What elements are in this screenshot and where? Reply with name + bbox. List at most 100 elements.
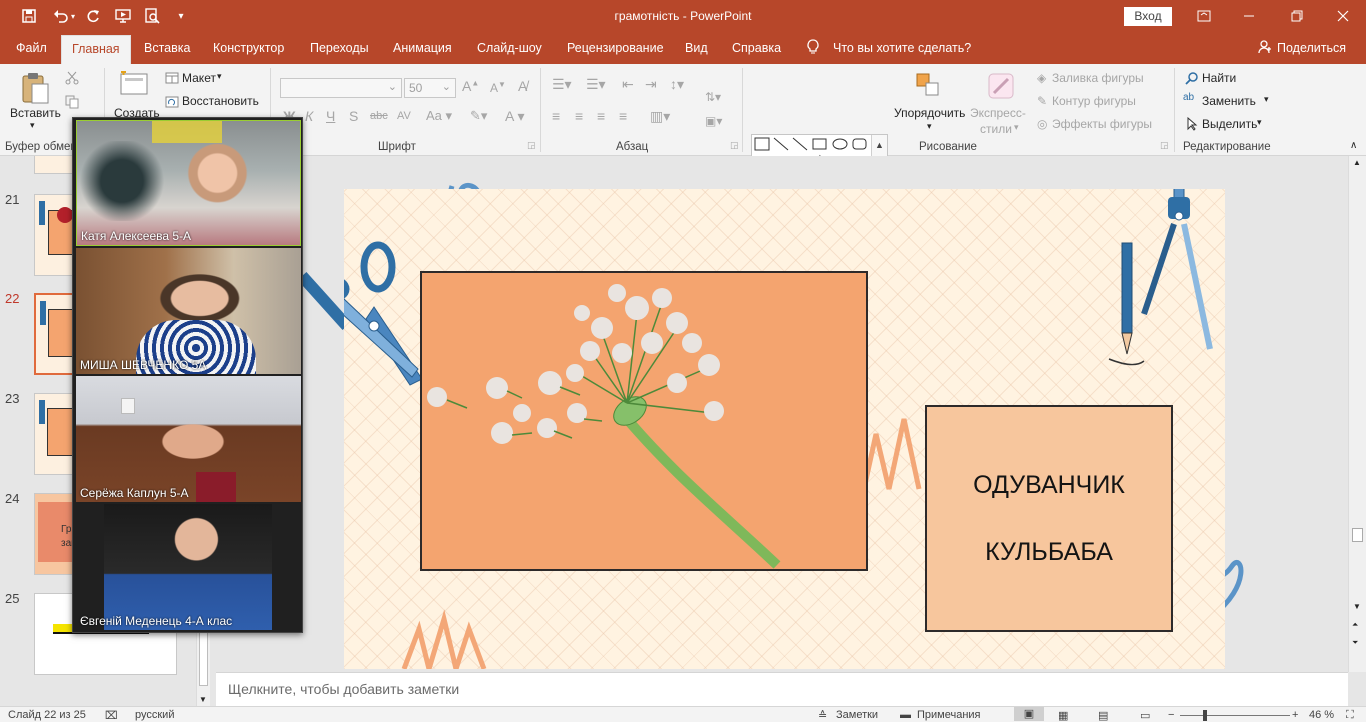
paste-dropdown-icon[interactable]: ▾ [30, 120, 35, 131]
cut-icon[interactable] [64, 70, 80, 86]
arrange-dropdown-icon[interactable]: ▾ [927, 121, 932, 132]
copy-icon[interactable] [64, 94, 80, 110]
zoom-in-icon[interactable]: + [1292, 709, 1298, 721]
notes-toggle-icon[interactable]: ≙ [818, 709, 827, 722]
fit-slide-icon[interactable]: ⛶ [1346, 709, 1354, 722]
char-spacing-icon[interactable]: AV [397, 110, 411, 122]
tab-view[interactable]: Вид [685, 41, 708, 55]
reset-icon[interactable] [164, 94, 180, 110]
tab-file[interactable]: Файл [16, 41, 47, 55]
decrease-indent-icon[interactable]: ⇤ [622, 76, 634, 93]
zoom-level[interactable]: 46 % [1309, 709, 1334, 721]
zoom-out-icon[interactable]: − [1168, 709, 1174, 721]
increase-font-icon[interactable]: A▲ [462, 78, 479, 94]
comments-icon[interactable]: ▬ [900, 709, 911, 721]
align-right-icon[interactable]: ≡ [597, 108, 605, 124]
minimize-icon[interactable] [1236, 4, 1262, 28]
shape-outline-icon[interactable]: ✎ [1037, 94, 1047, 108]
shadow-icon[interactable]: S [349, 108, 358, 124]
spellcheck-icon[interactable]: ⌧ [105, 709, 118, 722]
previous-slide-icon[interactable]: ⏶ [1352, 620, 1358, 630]
font-color-icon[interactable]: A ▾ [505, 108, 524, 125]
zoom-slider-thumb[interactable] [1203, 710, 1207, 721]
close-icon[interactable] [1330, 4, 1356, 28]
replace-dropdown-icon[interactable]: ▾ [1264, 94, 1269, 105]
line-spacing-icon[interactable]: ↕▾ [670, 76, 684, 93]
notes-pane[interactable]: Щелкните, чтобы добавить заметки [216, 672, 1348, 706]
tab-slideshow[interactable]: Слайд-шоу [477, 41, 542, 55]
slide-canvas[interactable]: ОДУВАНЧИК КУЛЬБАБА [344, 189, 1225, 669]
tell-me-search[interactable]: Что вы хотите сделать? [833, 41, 971, 55]
smartart-icon[interactable]: ▣▾ [705, 114, 722, 128]
tab-home[interactable]: Главная [61, 35, 131, 64]
slideshow-view-icon[interactable]: ▭ [1140, 709, 1150, 722]
restore-icon[interactable] [1284, 4, 1310, 28]
numbering-icon[interactable]: ☰▾ [586, 76, 606, 93]
arrange-button[interactable]: Упорядочить [894, 106, 965, 120]
quick-styles-icon[interactable] [985, 70, 1017, 102]
language-indicator[interactable]: русский [135, 709, 174, 721]
shape-fill-button[interactable]: Заливка фигуры [1052, 71, 1144, 85]
font-size-combo[interactable]: 50 ⌄ [404, 78, 456, 98]
scroll-down-icon[interactable]: ▼ [1353, 602, 1361, 611]
columns-icon[interactable]: ▥▾ [650, 108, 670, 125]
shape-effects-button[interactable]: Эффекты фигуры [1052, 117, 1152, 131]
next-slide-icon[interactable]: ⏷ [1352, 638, 1358, 648]
notes-placeholder[interactable]: Щелкните, чтобы добавить заметки [228, 681, 459, 697]
new-slide-icon[interactable] [118, 70, 150, 102]
video-tile-3[interactable]: Серёжа Каплун 5-А [76, 376, 301, 502]
find-button[interactable]: Найти [1202, 71, 1236, 85]
video-tile-2[interactable]: МИША ШЕВЧЕНКО 5А [76, 248, 301, 374]
scroll-up-icon[interactable]: ▲ [1353, 158, 1361, 167]
ribbon-display-options-icon[interactable] [1191, 4, 1217, 28]
collapse-ribbon-icon[interactable]: ∧ [1350, 140, 1357, 151]
shape-fill-icon[interactable]: ◈ [1037, 71, 1046, 85]
reading-view-icon[interactable]: ▤ [1098, 709, 1108, 722]
underline-icon[interactable]: Ч [326, 108, 335, 124]
layout-icon[interactable] [164, 70, 180, 86]
bullets-icon[interactable]: ☰▾ [552, 76, 572, 93]
select-cursor-icon[interactable] [1184, 116, 1200, 132]
decrease-font-icon[interactable]: A▼ [490, 80, 506, 95]
comments-button[interactable]: Примечания [917, 709, 981, 721]
normal-view-icon[interactable]: ▣ [1014, 707, 1044, 721]
zoom-slider[interactable] [1180, 715, 1290, 716]
tab-insert[interactable]: Вставка [144, 41, 190, 55]
replace-button[interactable]: Заменить [1202, 94, 1256, 108]
find-icon[interactable] [1184, 70, 1200, 86]
slide-scroll-thumb[interactable] [1352, 528, 1363, 542]
shape-effects-icon[interactable]: ◎ [1037, 117, 1047, 131]
tab-transitions[interactable]: Переходы [310, 41, 369, 55]
slide-scrollbar[interactable]: ▲ ▼ ⏶ ⏷ [1348, 156, 1366, 672]
quick-styles-button[interactable]: Экспресс- [970, 106, 1026, 120]
reset-button[interactable]: Восстановить [182, 94, 259, 108]
thumbnail-scroll-down-icon[interactable]: ▼ [199, 695, 207, 704]
font-name-combo[interactable]: ⌄ [280, 78, 402, 98]
replace-icon[interactable]: ab [1183, 92, 1194, 103]
video-tile-4[interactable]: Євгеній Меденець 4-А клас [76, 504, 301, 630]
tab-help[interactable]: Справка [732, 41, 781, 55]
quick-styles-dropdown-icon[interactable]: ▾ [1014, 122, 1019, 133]
slide-counter[interactable]: Слайд 22 из 25 [8, 709, 86, 721]
italic-icon[interactable]: К [305, 108, 313, 124]
change-case-icon[interactable]: Aa ▾ [426, 108, 452, 124]
sign-in-button[interactable]: Вход [1124, 7, 1172, 26]
drawing-dialog-launcher-icon[interactable]: ◲ [1160, 140, 1169, 151]
tab-design[interactable]: Конструктор [213, 41, 284, 55]
justify-icon[interactable]: ≡ [619, 108, 627, 124]
select-button[interactable]: Выделить [1202, 117, 1257, 131]
word-ukrainian[interactable]: КУЛЬБАБА [985, 538, 1113, 567]
tab-animations[interactable]: Анимация [393, 41, 452, 55]
align-center-icon[interactable]: ≡ [575, 108, 583, 124]
highlight-icon[interactable]: ✎▾ [470, 108, 487, 124]
font-dialog-launcher-icon[interactable]: ◲ [527, 140, 536, 151]
video-call-panel[interactable]: Катя Алексеева 5-А МИША ШЕВЧЕНКО 5А Серё… [72, 117, 303, 633]
tab-review[interactable]: Рецензирование [567, 41, 664, 55]
paste-button[interactable]: Вставить [10, 106, 61, 120]
align-left-icon[interactable]: ≡ [552, 108, 560, 124]
word-card[interactable]: ОДУВАНЧИК КУЛЬБАБА [925, 405, 1173, 632]
video-tile-1[interactable]: Катя Алексеева 5-А [76, 120, 301, 246]
paragraph-dialog-launcher-icon[interactable]: ◲ [730, 140, 739, 151]
increase-indent-icon[interactable]: ⇥ [645, 76, 657, 93]
slide-sorter-icon[interactable]: ▦ [1058, 709, 1068, 722]
